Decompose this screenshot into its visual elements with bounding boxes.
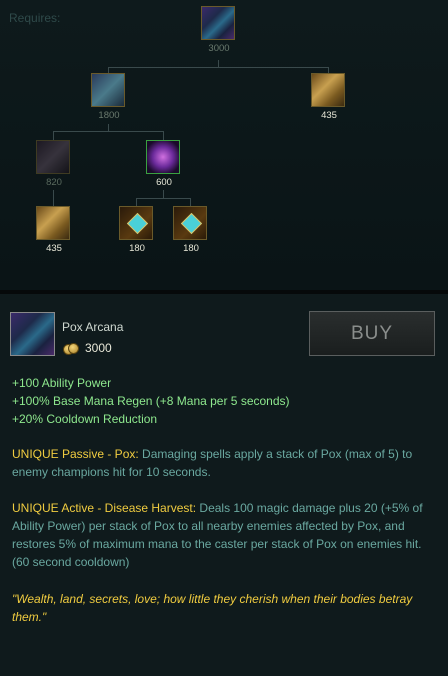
item-details-panel: Pox Arcana 3000 BUY +100 Ability Power +… xyxy=(0,294,448,676)
requires-label: Requires: xyxy=(9,11,61,25)
tree-node-blue-gem-2[interactable]: 180 xyxy=(173,206,209,254)
tree-connector xyxy=(218,60,219,67)
tree-connector xyxy=(163,131,164,140)
stat-line: +20% Cooldown Reduction xyxy=(12,412,158,426)
passive-title: UNIQUE Passive - Pox: xyxy=(12,447,139,461)
node-price: 180 xyxy=(183,243,199,254)
tree-connector xyxy=(108,124,109,131)
node-price: 180 xyxy=(129,243,145,254)
node-price: 435 xyxy=(46,243,62,254)
dark-tome-icon xyxy=(36,140,70,174)
golden-book-icon xyxy=(311,73,345,107)
tree-node-golden-book-2[interactable]: 435 xyxy=(36,206,72,254)
node-price: 435 xyxy=(321,110,337,121)
item-stats: +100 Ability Power +100% Base Mana Regen… xyxy=(12,374,290,428)
tree-node-root[interactable]: 3000 xyxy=(201,6,237,54)
tree-connector xyxy=(163,190,164,198)
node-price: 600 xyxy=(156,177,172,188)
item-quote: "Wealth, land, secrets, love; how little… xyxy=(12,592,413,624)
pox-arcana-icon xyxy=(10,312,55,356)
blue-gem-icon xyxy=(119,206,153,240)
stat-line: +100% Base Mana Regen (+8 Mana per 5 sec… xyxy=(12,394,290,408)
tree-connector xyxy=(136,198,191,199)
tree-connector xyxy=(136,198,137,206)
recipe-tree: Requires: 3000 1800 435 820 600 435 180 … xyxy=(0,0,448,290)
unique-active: UNIQUE Active - Disease Harvest: Deals 1… xyxy=(12,499,436,571)
purple-orb-icon xyxy=(146,140,180,174)
buy-button[interactable]: BUY xyxy=(309,311,435,356)
node-price: 1800 xyxy=(98,110,120,121)
blue-gem-icon xyxy=(173,206,207,240)
tree-node-blue-tome[interactable]: 1800 xyxy=(91,73,127,121)
tree-node-purple-orb[interactable]: 600 xyxy=(146,140,182,188)
item-name: Pox Arcana xyxy=(62,320,124,334)
blue-tome-icon xyxy=(91,73,125,107)
tree-connector xyxy=(190,198,191,206)
tree-node-blue-gem-1[interactable]: 180 xyxy=(119,206,155,254)
tree-connector xyxy=(53,131,54,140)
pox-arcana-icon xyxy=(201,6,235,40)
tree-connector xyxy=(53,131,164,132)
stat-line: +100 Ability Power xyxy=(12,376,112,390)
node-price: 3000 xyxy=(208,43,230,54)
tree-node-golden-book[interactable]: 435 xyxy=(311,73,347,121)
unique-passive: UNIQUE Passive - Pox: Damaging spells ap… xyxy=(12,445,436,481)
golden-book-icon xyxy=(36,206,70,240)
item-cost: 3000 xyxy=(85,341,112,355)
tree-connector xyxy=(53,190,54,206)
gold-coin-icon xyxy=(63,343,79,355)
tree-node-dark-tome[interactable]: 820 xyxy=(36,140,72,188)
tree-connector xyxy=(108,67,329,68)
node-price: 820 xyxy=(46,177,62,188)
active-title: UNIQUE Active - Disease Harvest: xyxy=(12,501,197,515)
